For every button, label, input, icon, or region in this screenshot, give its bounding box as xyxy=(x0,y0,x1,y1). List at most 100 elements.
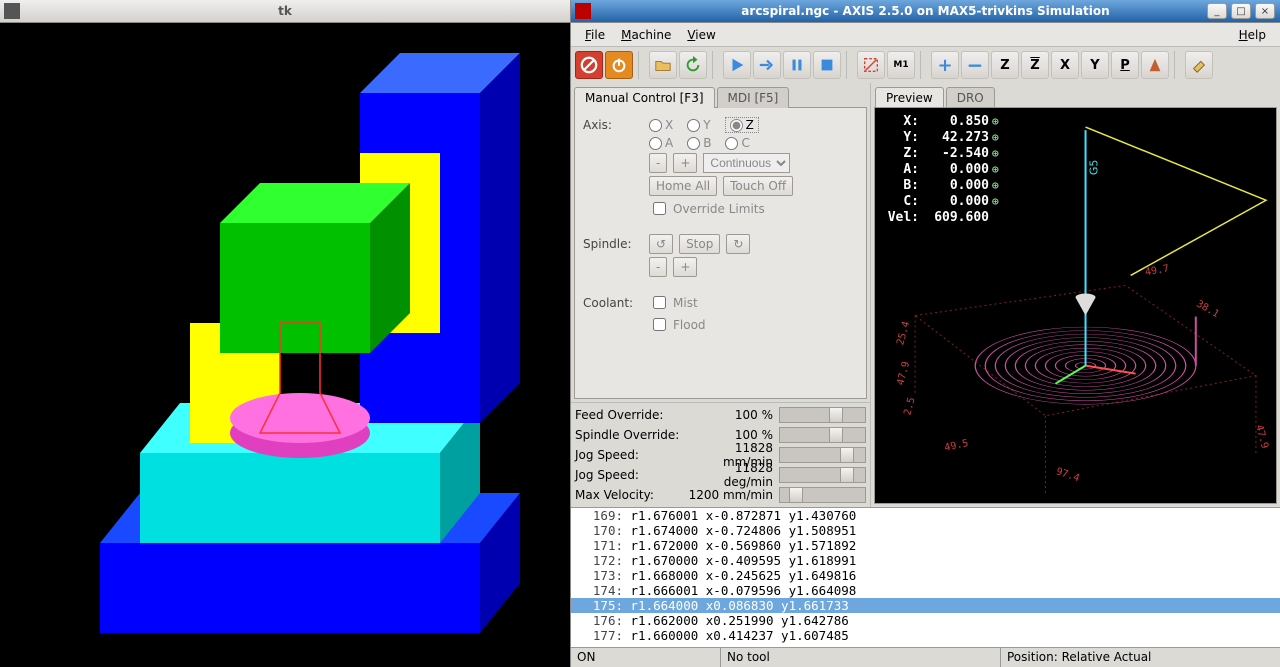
jog-speed-mm-label: Jog Speed: xyxy=(575,448,685,462)
svg-text:25.4: 25.4 xyxy=(895,320,912,346)
manual-control-panel: Axis: X Y Z A B C - + Continuous xyxy=(574,107,867,399)
left-pane: Manual Control [F3] MDI [F5] Axis: X Y Z… xyxy=(571,83,871,507)
menu-view[interactable]: View xyxy=(679,26,723,44)
mist-checkbox[interactable] xyxy=(653,296,666,309)
svg-text:49.5: 49.5 xyxy=(944,438,970,454)
view-y-button[interactable]: Y xyxy=(1081,51,1109,79)
axis-title: arcspiral.ngc - AXIS 2.5.0 on MAX5-trivk… xyxy=(571,4,1280,18)
svg-text:47.9: 47.9 xyxy=(895,360,912,386)
zoom-in-button[interactable]: + xyxy=(931,51,959,79)
maximize-button[interactable]: □ xyxy=(1231,3,1251,19)
jog-speed-deg-slider[interactable] xyxy=(779,467,866,483)
preview-viewport[interactable]: X:0.850⊕ Y:42.273⊕ Z:-2.540⊕ A:0.000⊕ B:… xyxy=(874,107,1277,504)
gcode-line[interactable]: 170: r1.674000 x-0.724806 y1.508951 xyxy=(571,523,1280,538)
view-z2-button[interactable]: Z xyxy=(1021,51,1049,79)
view-z-button[interactable]: Z xyxy=(991,51,1019,79)
clear-plot-button[interactable] xyxy=(1185,51,1213,79)
axis-a-radio[interactable] xyxy=(649,137,662,150)
run-button[interactable] xyxy=(723,51,751,79)
menu-bar: File Machine View Help xyxy=(571,23,1280,47)
jog-speed-deg-label: Jog Speed: xyxy=(575,468,685,482)
block-delete-button[interactable] xyxy=(857,51,885,79)
tab-preview[interactable]: Preview xyxy=(875,87,944,108)
svg-text:38.1: 38.1 xyxy=(1194,299,1220,321)
feed-override-value: 100 % xyxy=(685,408,777,422)
tk-titlebar[interactable]: tk xyxy=(0,0,570,23)
step-button[interactable] xyxy=(753,51,781,79)
svg-text:97.4: 97.4 xyxy=(1055,466,1081,484)
coolant-label: Coolant: xyxy=(583,296,643,310)
gcode-line[interactable]: 172: r1.670000 x-0.409595 y1.618991 xyxy=(571,553,1280,568)
tab-mdi[interactable]: MDI [F5] xyxy=(717,87,790,108)
spindle-override-value: 100 % xyxy=(685,428,777,442)
stop-button[interactable] xyxy=(813,51,841,79)
view-x-button[interactable]: X xyxy=(1051,51,1079,79)
spindle-stop-button[interactable]: Stop xyxy=(679,234,720,254)
right-pane: Preview DRO X:0.850⊕ Y:42.273⊕ Z:-2.540⊕… xyxy=(871,83,1280,507)
axis-c-radio[interactable] xyxy=(725,137,738,150)
reload-button[interactable] xyxy=(679,51,707,79)
tab-manual-control[interactable]: Manual Control [F3] xyxy=(574,87,715,108)
axis-x-radio[interactable] xyxy=(649,119,662,132)
status-bar: ON No tool Position: Relative Actual xyxy=(571,647,1280,667)
dro-readout: X:0.850⊕ Y:42.273⊕ Z:-2.540⊕ A:0.000⊕ B:… xyxy=(885,114,999,226)
gcode-line[interactable]: 175: r1.664000 x0.086830 y1.661733 xyxy=(571,598,1280,613)
close-button[interactable]: × xyxy=(1255,3,1275,19)
estop-button[interactable] xyxy=(575,51,603,79)
tk-window: tk xyxy=(0,0,571,667)
axis-window: arcspiral.ngc - AXIS 2.5.0 on MAX5-trivk… xyxy=(571,0,1280,667)
minimize-button[interactable]: _ xyxy=(1207,3,1227,19)
spindle-ccw-button[interactable]: ↺ xyxy=(649,234,673,254)
gcode-listing[interactable]: 169: r1.676001 x-0.872871 y1.430760170: … xyxy=(571,507,1280,647)
max-velocity-label: Max Velocity: xyxy=(575,488,685,502)
spindle-override-slider[interactable] xyxy=(779,427,866,443)
home-all-button[interactable]: Home All xyxy=(649,176,717,196)
axis-y-radio[interactable] xyxy=(687,119,700,132)
axis-z-radio[interactable] xyxy=(730,119,743,132)
g5x-label: G5 xyxy=(1088,160,1101,176)
feed-override-label: Feed Override: xyxy=(575,408,685,422)
spindle-minus-button[interactable]: - xyxy=(649,257,667,277)
pause-button[interactable] xyxy=(783,51,811,79)
menu-file[interactable]: File xyxy=(577,26,613,44)
spindle-cw-button[interactable]: ↻ xyxy=(726,234,750,254)
spindle-override-label: Spindle Override: xyxy=(575,428,685,442)
optional-stop-button[interactable]: M1 xyxy=(887,51,915,79)
flood-checkbox[interactable] xyxy=(653,318,666,331)
zoom-out-button[interactable]: − xyxy=(961,51,989,79)
gcode-line[interactable]: 174: r1.666001 x-0.079596 y1.664098 xyxy=(571,583,1280,598)
gcode-line[interactable]: 176: r1.662000 x0.251990 y1.642786 xyxy=(571,613,1280,628)
tk-3d-viewport[interactable] xyxy=(0,23,570,667)
gcode-line[interactable]: 171: r1.672000 x-0.569860 y1.571892 xyxy=(571,538,1280,553)
jog-minus-button[interactable]: - xyxy=(649,153,667,173)
status-on: ON xyxy=(571,648,721,667)
axis-titlebar[interactable]: arcspiral.ngc - AXIS 2.5.0 on MAX5-trivk… xyxy=(571,0,1280,23)
jog-plus-button[interactable]: + xyxy=(673,153,697,173)
power-button[interactable] xyxy=(605,51,633,79)
view-p-button[interactable]: P xyxy=(1111,51,1139,79)
touch-off-button[interactable]: Touch Off xyxy=(723,176,793,196)
tk-title: tk xyxy=(0,4,570,18)
tk-window-icon xyxy=(4,3,20,19)
view-rotate-button[interactable] xyxy=(1141,51,1169,79)
max-velocity-slider[interactable] xyxy=(779,487,866,503)
gcode-line[interactable]: 177: r1.660000 x0.414237 y1.607485 xyxy=(571,628,1280,643)
jog-increment-select[interactable]: Continuous xyxy=(703,153,790,173)
status-tool: No tool xyxy=(721,648,1001,667)
svg-text:2.5: 2.5 xyxy=(902,396,917,416)
menu-machine[interactable]: Machine xyxy=(613,26,679,44)
spindle-plus-button[interactable]: + xyxy=(673,257,697,277)
status-position: Position: Relative Actual xyxy=(1001,648,1280,667)
feed-override-slider[interactable] xyxy=(779,407,866,423)
menu-help[interactable]: Help xyxy=(1231,26,1274,44)
gcode-line[interactable]: 173: r1.668000 x-0.245625 y1.649816 xyxy=(571,568,1280,583)
axis-b-radio[interactable] xyxy=(687,137,700,150)
override-sliders: Feed Override:100 % Spindle Override:100… xyxy=(571,402,870,507)
jog-speed-mm-slider[interactable] xyxy=(779,447,866,463)
jog-speed-deg-value: 11828 deg/min xyxy=(685,461,777,489)
tab-dro[interactable]: DRO xyxy=(946,87,995,108)
override-limits-checkbox[interactable] xyxy=(653,202,666,215)
gcode-line[interactable]: 169: r1.676001 x-0.872871 y1.430760 xyxy=(571,508,1280,523)
open-button[interactable] xyxy=(649,51,677,79)
axis-window-icon xyxy=(575,3,591,19)
